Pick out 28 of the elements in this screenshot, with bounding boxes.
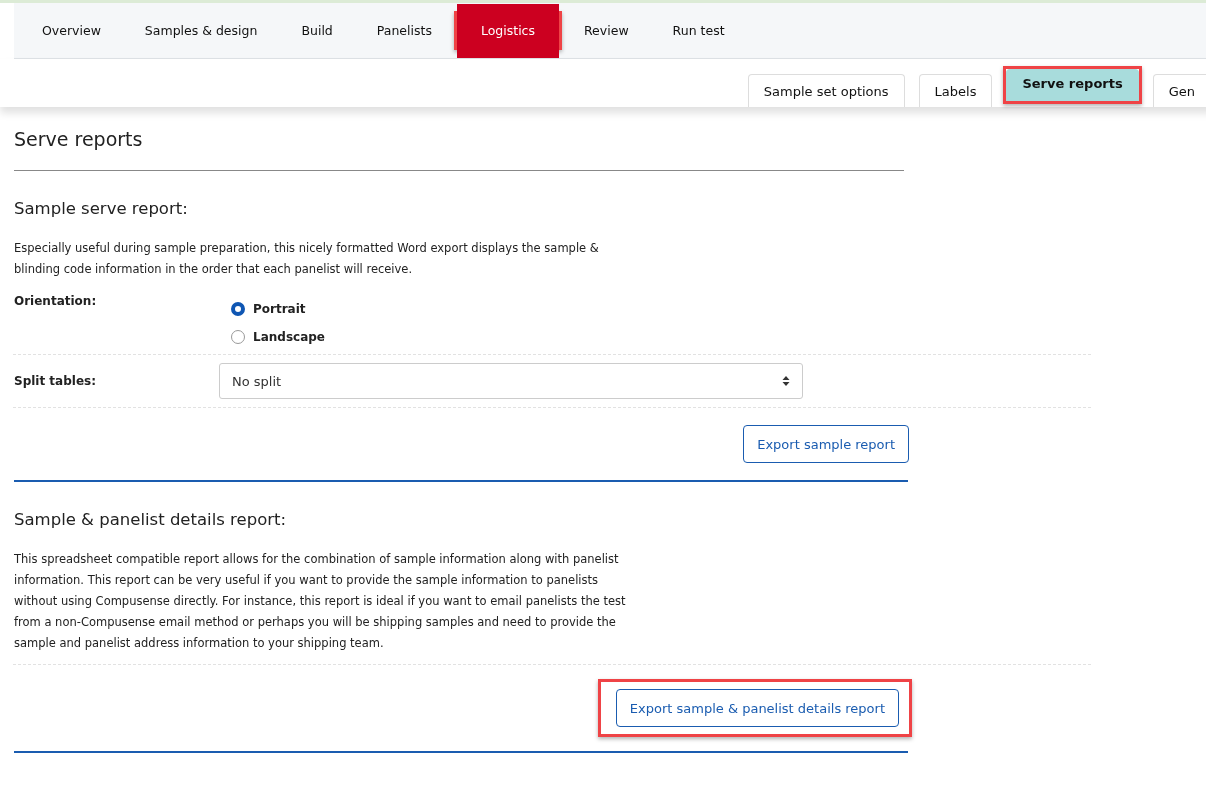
nav-tab[interactable]: Panelists: [357, 11, 451, 50]
page-title: Serve reports: [14, 128, 144, 150]
sub-tab[interactable]: Gen: [1152, 74, 1206, 107]
field-label: Orientation:: [14, 294, 98, 308]
radio-label: Portrait: [253, 302, 306, 316]
sub-tab[interactable]: Labels: [918, 74, 993, 107]
nav-tab[interactable]: Build: [282, 11, 352, 50]
section-description: This spreadsheet compatible report allows for the combination of sample information along with panelist information. This report can be very useful if you want to provide the sample information to panelists without using Compusense directly. For instance, this report is ideal if you want to email panelists the test from a non-Compusense email method or perhaps you will be shipping samples and need to provide the sample and panelist address information to your shipping team.: [14, 551, 627, 652]
split-tables-select[interactable]: No split: [219, 363, 803, 399]
section-heading: Sample serve report:: [14, 199, 189, 218]
radio-icon[interactable]: [231, 330, 245, 344]
radio-label: Landscape: [253, 330, 325, 344]
sort-caret-icon: [782, 375, 790, 387]
export-button[interactable]: Export sample report: [743, 425, 909, 463]
sub-tab[interactable]: Sample set options: [747, 74, 905, 107]
nav-tab[interactable]: Run test: [653, 11, 744, 50]
nav-tab[interactable]: Overview: [23, 11, 120, 50]
radio-icon[interactable]: [231, 302, 245, 316]
section-heading: Sample & panelist details report:: [14, 510, 288, 529]
radio-option[interactable]: Landscape: [231, 330, 325, 344]
sub-tab[interactable]: Serve reports: [1006, 69, 1139, 101]
nav-tab[interactable]: Logistics: [456, 3, 559, 58]
radio-option[interactable]: Portrait: [231, 302, 325, 316]
field-label: Split tables:: [14, 374, 97, 388]
nav-tab[interactable]: Samples & design: [125, 11, 277, 50]
section-description: Especially useful during sample preparation, this nicely formatted Word export displays the sample & blinding code information in the order that each panelist will receive.: [14, 240, 600, 278]
export-button[interactable]: Export sample & panelist details report: [615, 689, 899, 727]
nav-tab[interactable]: Review: [565, 11, 648, 50]
